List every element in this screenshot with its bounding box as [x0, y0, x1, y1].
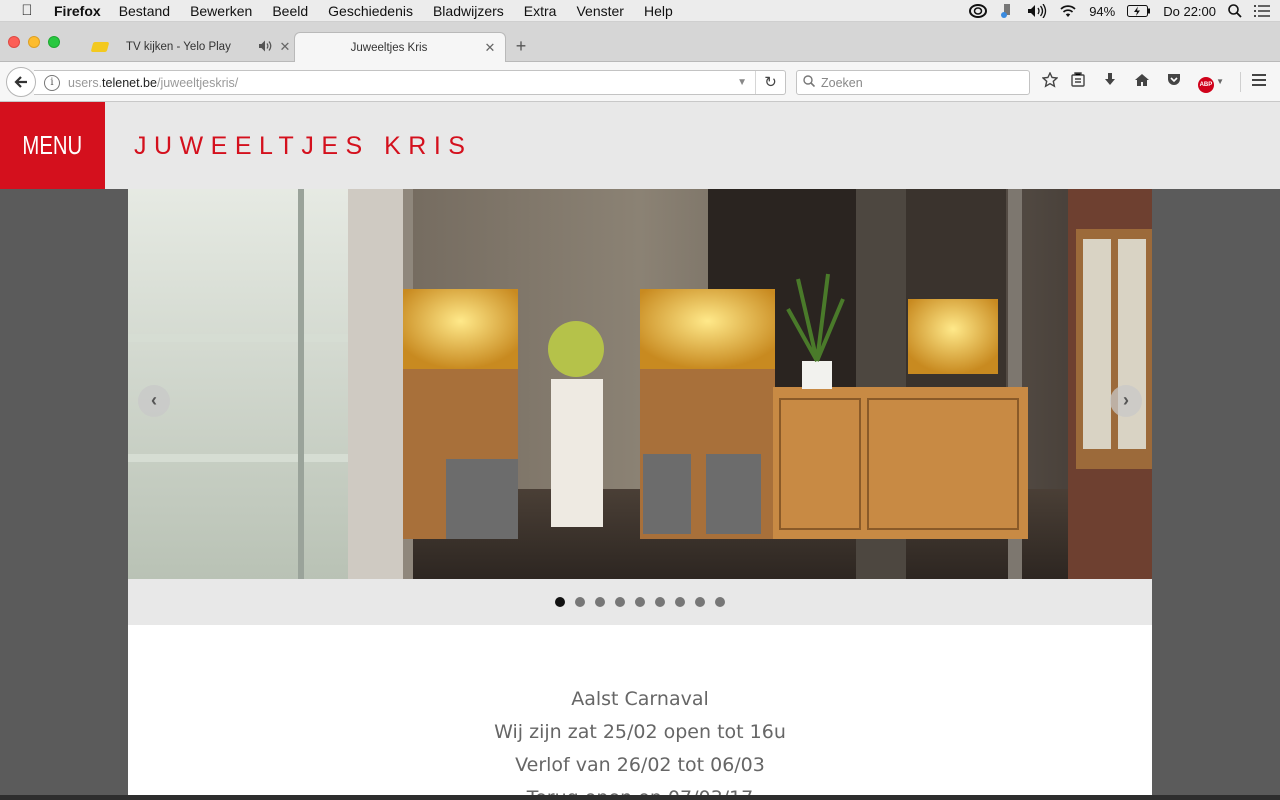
slider-dot[interactable]	[575, 597, 585, 607]
site-header: MENU JUWEELTJES KRIS	[0, 102, 1280, 189]
creative-cloud-icon[interactable]	[969, 4, 988, 18]
tab-title: TV kijken - Yelo Play	[126, 41, 231, 53]
notification-center-icon[interactable]	[1254, 5, 1270, 17]
menu-geschiedenis[interactable]: Geschiedenis	[328, 3, 413, 19]
announcement-line: Aalst Carnaval	[571, 688, 709, 710]
slide-image-shop-interior	[128, 189, 1152, 579]
reading-list-icon[interactable]	[1068, 72, 1088, 92]
menu-bewerken[interactable]: Bewerken	[190, 3, 252, 19]
search-field[interactable]: Zoeken	[796, 70, 1030, 95]
downloads-icon[interactable]	[1100, 72, 1120, 92]
navigation-toolbar: i users. telenet.be/juweeltjeskris/ ▼ ↻ Z…	[0, 62, 1280, 102]
menu-help[interactable]: Help	[644, 3, 673, 19]
new-tab-button[interactable]: +	[510, 36, 532, 57]
battery-charging-icon[interactable]	[1127, 5, 1151, 17]
tab-yelo-play[interactable]: TV kijken - Yelo Play ✕	[86, 32, 292, 62]
pocket-icon[interactable]	[1164, 72, 1184, 92]
bookmark-star-icon[interactable]	[1040, 71, 1060, 92]
toolbar-separator	[1240, 72, 1241, 92]
close-tab-icon[interactable]: ✕	[483, 40, 497, 56]
apple-menu-icon[interactable]: 	[0, 2, 54, 19]
menu-beeld[interactable]: Beeld	[272, 3, 308, 19]
tab-audio-icon[interactable]	[258, 40, 272, 55]
hamburger-menu-icon[interactable]	[1249, 72, 1269, 92]
url-domain: telenet.be	[102, 75, 157, 90]
search-placeholder: Zoeken	[821, 75, 863, 90]
back-arrow-icon	[14, 76, 27, 88]
tab-strip: TV kijken - Yelo Play ✕ Juweeltjes Kris …	[0, 22, 1280, 63]
battery-percent: 94%	[1089, 3, 1116, 19]
url-path: /juweeltjeskris/	[156, 75, 239, 90]
status-menus: 94% Do 22:00	[969, 0, 1270, 22]
site-brand[interactable]: JUWEELTJES KRIS	[134, 132, 472, 161]
slider-prev-button[interactable]: ‹	[138, 385, 170, 417]
slider-dot[interactable]	[555, 597, 565, 607]
slider-dot[interactable]	[675, 597, 685, 607]
announcement-line: Verlof van 26/02 tot 06/03	[515, 754, 765, 776]
adblock-plus-icon[interactable]: ABP ▼	[1196, 72, 1226, 93]
site-menu-button[interactable]: MENU	[0, 102, 105, 189]
slider-next-button[interactable]: ›	[1110, 385, 1142, 417]
zoom-window-button[interactable]	[48, 36, 60, 48]
minimize-window-button[interactable]	[28, 36, 40, 48]
slider-dot[interactable]	[595, 597, 605, 607]
image-slider: ‹ ›	[128, 189, 1152, 579]
announcement-section: Aalst Carnaval Wij zijn zat 25/02 open t…	[128, 625, 1152, 800]
url-prefix: users.	[68, 75, 103, 90]
volume-icon[interactable]	[1027, 4, 1047, 18]
menu-extra[interactable]: Extra	[524, 3, 557, 19]
url-bar[interactable]: i users. telenet.be/juweeltjeskris/ ▼ ↻	[34, 70, 786, 95]
menu-venster[interactable]: Venster	[576, 3, 623, 19]
slider-dot[interactable]	[655, 597, 665, 607]
spotlight-search-icon[interactable]	[1228, 4, 1242, 18]
dock-edge	[0, 795, 1280, 800]
tab-juweeltjes-kris[interactable]: Juweeltjes Kris ✕	[294, 32, 506, 63]
wifi-icon[interactable]	[1059, 4, 1077, 18]
home-icon[interactable]	[1132, 72, 1152, 92]
tab-title: Juweeltjes Kris	[350, 42, 428, 54]
menu-bestand[interactable]: Bestand	[119, 3, 170, 19]
site-info-icon[interactable]: i	[44, 74, 60, 91]
macos-menubar:  Firefox Bestand Bewerken Beeld Geschie…	[0, 0, 1280, 22]
history-dropdown-icon[interactable]: ▼	[737, 77, 747, 88]
slider-pagination	[128, 579, 1152, 625]
close-tab-icon[interactable]: ✕	[278, 39, 292, 55]
app-menu[interactable]: Firefox	[54, 3, 101, 19]
menu-bladwijzers[interactable]: Bladwijzers	[433, 3, 504, 19]
close-window-button[interactable]	[8, 36, 20, 48]
window-controls	[8, 36, 60, 48]
clock[interactable]: Do 22:00	[1163, 4, 1216, 19]
app-status-icon[interactable]	[999, 3, 1015, 19]
slider-dot[interactable]	[715, 597, 725, 607]
slider-dot[interactable]	[635, 597, 645, 607]
web-page: MENU JUWEELTJES KRIS ‹ › Aalst Carnaval …	[0, 102, 1280, 800]
announcement-line: Wij zijn zat 25/02 open tot 16u	[494, 721, 786, 743]
reload-icon[interactable]: ↻	[755, 71, 785, 94]
yelo-icon	[90, 42, 110, 52]
search-icon	[803, 75, 816, 90]
slider-dot[interactable]	[695, 597, 705, 607]
slider-dot[interactable]	[615, 597, 625, 607]
back-button[interactable]	[6, 67, 36, 97]
